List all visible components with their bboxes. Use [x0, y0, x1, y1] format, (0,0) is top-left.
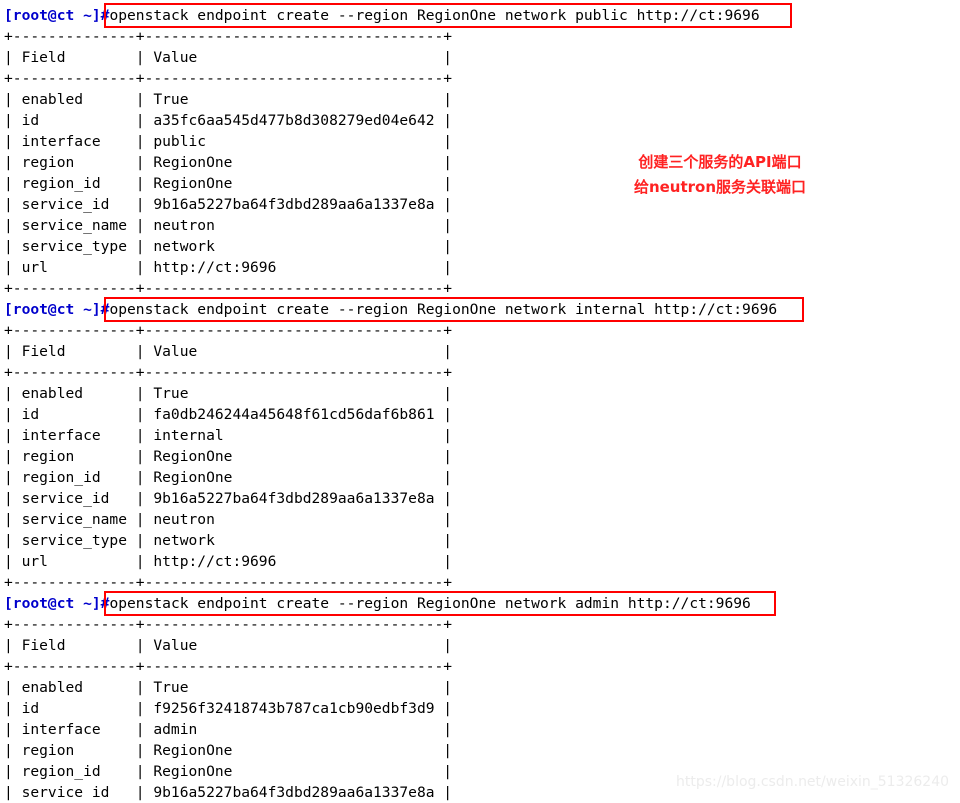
table-row: | enabled | True |: [4, 385, 453, 402]
table-separator-top-3: +--------------+------------------------…: [4, 616, 453, 633]
terminal-window: [root@ct ~]#openstack endpoint create --…: [0, 0, 960, 801]
shell-prompt: [root@ct ~]#: [4, 595, 110, 612]
table-row: | service_type | network |: [4, 532, 453, 549]
table-row: | service_id | 9b16a5227ba64f3dbd289aa6a…: [4, 196, 453, 213]
table-row: | service_id | 9b16a5227ba64f3dbd289aa6a…: [4, 490, 453, 507]
csdn-watermark: https://blog.csdn.net/weixin_51326240: [676, 774, 950, 790]
table-separator-bottom-1: +--------------+------------------------…: [4, 280, 453, 297]
table-row: | interface | public |: [4, 133, 453, 150]
table-row: | id | fa0db246244a45648f61cd56daf6b861 …: [4, 406, 453, 423]
table-separator-mid-1: +--------------+------------------------…: [4, 70, 453, 87]
table-row: | url | http://ct:9696 |: [4, 553, 453, 570]
table-row: | service_name | neutron |: [4, 511, 453, 528]
command-line-2[interactable]: [root@ct ~]#openstack endpoint create --…: [4, 299, 777, 320]
table-row: | region | RegionOne |: [4, 742, 453, 759]
table-row: | id | f9256f32418743b787ca1cb90edbf3d9 …: [4, 700, 453, 717]
table-separator-mid-2: +--------------+------------------------…: [4, 364, 453, 381]
table-row: | interface | internal |: [4, 427, 453, 444]
table-separator-bottom-2: +--------------+------------------------…: [4, 574, 453, 591]
command-text-2: openstack endpoint create --region Regio…: [109, 301, 778, 318]
table-separator-top-2: +--------------+------------------------…: [4, 322, 453, 339]
table-row: | enabled | True |: [4, 679, 453, 696]
annotation-note: 创建三个服务的API端口 给neutron服务关联端口: [580, 150, 860, 200]
table-row: | region_id | RegionOne |: [4, 175, 453, 192]
table-row: | interface | admin |: [4, 721, 453, 738]
table-row: | region | RegionOne |: [4, 448, 453, 465]
annotation-line-1: 创建三个服务的API端口: [638, 153, 802, 171]
command-text-3: openstack endpoint create --region Regio…: [109, 595, 751, 612]
table-row: | region_id | RegionOne |: [4, 763, 453, 780]
annotation-line-2: 给neutron服务关联端口: [633, 178, 807, 196]
table-row: | region_id | RegionOne |: [4, 469, 453, 486]
table-row: | enabled | True |: [4, 91, 453, 108]
table-row: | id | a35fc6aa545d477b8d308279ed04e642 …: [4, 112, 453, 129]
table-header-row-1: | Field | Value |: [4, 49, 453, 66]
table-row: | service_name | neutron |: [4, 217, 453, 234]
shell-prompt: [root@ct ~]#: [4, 301, 110, 318]
table-row: | service_type | network |: [4, 238, 453, 255]
table-separator-top-1: +--------------+------------------------…: [4, 28, 453, 45]
table-row: | region | RegionOne |: [4, 154, 453, 171]
table-row: | url | http://ct:9696 |: [4, 259, 453, 276]
command-line-1[interactable]: [root@ct ~]#openstack endpoint create --…: [4, 5, 760, 26]
command-text-1: openstack endpoint create --region Regio…: [109, 7, 760, 24]
table-header-row-3: | Field | Value |: [4, 637, 453, 654]
command-line-3[interactable]: [root@ct ~]#openstack endpoint create --…: [4, 593, 751, 614]
shell-prompt: [root@ct ~]#: [4, 7, 110, 24]
table-separator-mid-3: +--------------+------------------------…: [4, 658, 453, 675]
table-header-row-2: | Field | Value |: [4, 343, 453, 360]
